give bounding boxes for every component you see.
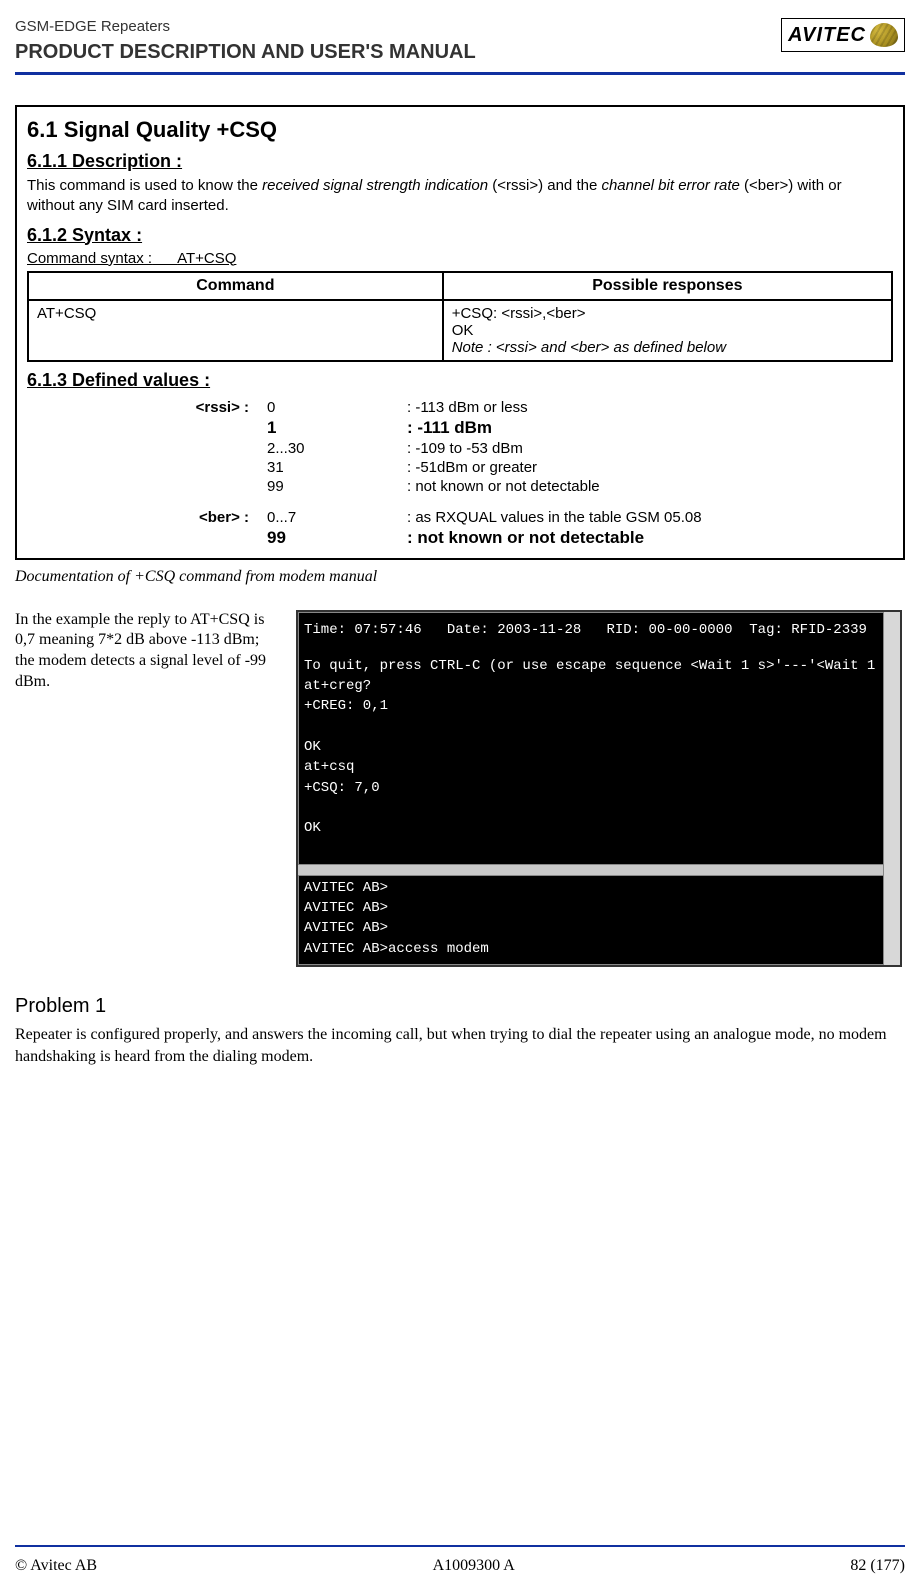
rssi-values: <rssi> : 0 : -113 dBm or less 1 : -111 d… bbox=[27, 399, 893, 495]
rssi-label: <rssi> : bbox=[27, 399, 267, 416]
ber-num-1: 99 bbox=[267, 528, 347, 548]
table-row: AT+CSQ +CSQ: <rssi>,<ber> OK Note : <rss… bbox=[28, 300, 892, 361]
terminal-line: To quit, press CTRL-C (or use escape seq… bbox=[298, 656, 900, 676]
terminal-prompt-line: AVITEC AB> bbox=[298, 918, 900, 938]
terminal-body: To quit, press CTRL-C (or use escape seq… bbox=[298, 656, 900, 864]
rssi-desc-0: : -113 dBm or less bbox=[407, 399, 893, 416]
terminal-line bbox=[298, 798, 900, 818]
doc-syntax-line: Command syntax : AT+CSQ bbox=[27, 250, 893, 267]
ber-label: <ber> : bbox=[27, 509, 267, 526]
footer-divider bbox=[15, 1545, 905, 1547]
rssi-desc-1: : -111 dBm bbox=[407, 418, 893, 438]
col-command: Command bbox=[28, 272, 443, 300]
terminal-prompt-line: AVITEC AB> bbox=[298, 878, 900, 898]
terminal-prompt-line: AVITEC AB> bbox=[298, 898, 900, 918]
terminal-status-line: Time: 07:57:46 Date: 2003-11-28 RID: 00-… bbox=[298, 620, 900, 640]
footer-right: 82 (177) bbox=[850, 1557, 905, 1575]
example-row: In the example the reply to AT+CSQ is 0,… bbox=[15, 610, 905, 967]
terminal-prompt-area: AVITEC AB>AVITEC AB>AVITEC AB>AVITEC AB>… bbox=[298, 876, 900, 965]
rssi-desc-3: : -51dBm or greater bbox=[407, 459, 893, 476]
doc-heading-1: 6.1 Signal Quality +CSQ bbox=[27, 117, 893, 143]
header-divider bbox=[15, 72, 905, 75]
rssi-desc-2: : -109 to -53 dBm bbox=[407, 440, 893, 457]
doc-heading-values: 6.1.3 Defined values : bbox=[27, 370, 893, 391]
table-header-row: Command Possible responses bbox=[28, 272, 892, 300]
terminal-separator bbox=[298, 864, 900, 876]
brand-logo-text: AVITEC bbox=[788, 24, 866, 47]
terminal-line: at+csq bbox=[298, 757, 900, 777]
rssi-num-3: 31 bbox=[267, 459, 347, 476]
product-line: GSM-EDGE Repeaters bbox=[15, 18, 476, 35]
rssi-num-1: 1 bbox=[267, 418, 347, 438]
footer-left: © Avitec AB bbox=[15, 1557, 97, 1575]
terminal-screenshot: Time: 07:57:46 Date: 2003-11-28 RID: 00-… bbox=[296, 610, 902, 967]
example-paragraph: In the example the reply to AT+CSQ is 0,… bbox=[15, 610, 280, 693]
doc-description-text: This command is used to know the receive… bbox=[27, 176, 893, 217]
col-responses: Possible responses bbox=[443, 272, 892, 300]
brand-logo: AVITEC bbox=[781, 18, 905, 52]
rssi-num-0: 0 bbox=[267, 399, 347, 416]
terminal-line: OK bbox=[298, 737, 900, 757]
page-header: GSM-EDGE Repeaters PRODUCT DESCRIPTION A… bbox=[15, 18, 905, 64]
doc-heading-description: 6.1.1 Description : bbox=[27, 151, 893, 172]
footer-center: A1009300 A bbox=[433, 1557, 515, 1575]
brand-logo-icon bbox=[870, 23, 898, 47]
header-left: GSM-EDGE Repeaters PRODUCT DESCRIPTION A… bbox=[15, 18, 476, 64]
csq-documentation-box: 6.1 Signal Quality +CSQ 6.1.1 Descriptio… bbox=[15, 105, 905, 560]
terminal-scrollbar[interactable] bbox=[883, 612, 900, 965]
ber-num-0: 0...7 bbox=[267, 509, 347, 526]
cell-command: AT+CSQ bbox=[28, 300, 443, 361]
doc-heading-syntax: 6.1.2 Syntax : bbox=[27, 225, 893, 246]
terminal-line: +CSQ: 7,0 bbox=[298, 778, 900, 798]
terminal-line: OK bbox=[298, 818, 900, 838]
terminal-line bbox=[298, 717, 900, 737]
terminal-line: at+creg? bbox=[298, 676, 900, 696]
terminal-line: +CREG: 0,1 bbox=[298, 696, 900, 716]
manual-type: PRODUCT DESCRIPTION AND USER'S MANUAL bbox=[15, 41, 476, 64]
ber-values: <ber> : 0...7 : as RXQUAL values in the … bbox=[27, 509, 893, 548]
rssi-num-2: 2...30 bbox=[267, 440, 347, 457]
rssi-num-4: 99 bbox=[267, 478, 347, 495]
problem-heading: Problem 1 bbox=[15, 995, 905, 1018]
cell-response: +CSQ: <rssi>,<ber> OK Note : <rssi> and … bbox=[443, 300, 892, 361]
ber-desc-0: : as RXQUAL values in the table GSM 05.0… bbox=[407, 509, 893, 526]
ber-desc-1: : not known or not detectable bbox=[407, 528, 893, 548]
page-footer: © Avitec AB A1009300 A 82 (177) bbox=[15, 1557, 905, 1575]
problem-text: Repeater is configured properly, and ans… bbox=[15, 1024, 905, 1067]
doc-caption: Documentation of +CSQ command from modem… bbox=[15, 568, 905, 586]
rssi-desc-4: : not known or not detectable bbox=[407, 478, 893, 495]
command-response-table: Command Possible responses AT+CSQ +CSQ: … bbox=[27, 271, 893, 362]
terminal-prompt-line: AVITEC AB>access modem bbox=[298, 939, 900, 959]
